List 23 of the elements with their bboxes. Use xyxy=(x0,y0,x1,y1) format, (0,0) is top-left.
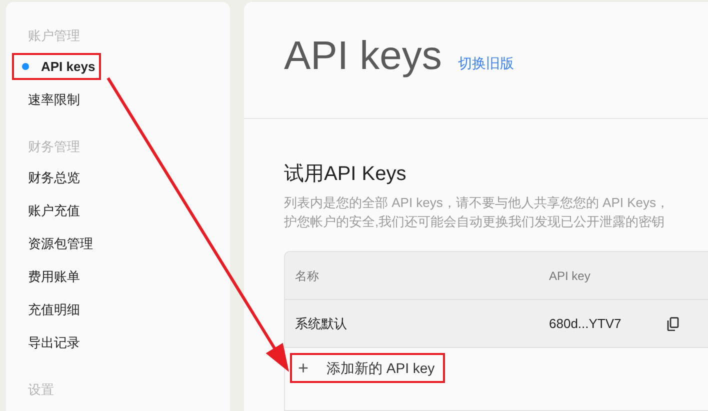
nav-item[interactable]: API keys xyxy=(12,53,102,80)
switch-version-link[interactable]: 切换旧版 xyxy=(458,53,514,74)
column-header: 名称 xyxy=(294,268,320,284)
table-cell-text: 680d...YTV7 xyxy=(549,314,622,333)
copy-icon[interactable] xyxy=(667,316,679,330)
nav-item[interactable]: 充值明细 xyxy=(12,296,86,323)
plus-icon: + xyxy=(298,359,309,377)
group-heading: 设置 xyxy=(27,381,55,399)
column-header: API key xyxy=(549,268,592,284)
group-heading: 账户管理 xyxy=(27,27,81,45)
description-line: 护您帐户的安全,我们还可能会自动更换我们发现已公开泄露的密钥 xyxy=(284,213,666,231)
nav-item[interactable]: 速率限制 xyxy=(12,86,86,113)
table-cell-text: 系统默认 xyxy=(294,314,348,333)
add-key-button[interactable]: + 添加新的 API key xyxy=(290,353,445,383)
nav-item[interactable]: 财务总览 xyxy=(12,164,86,191)
page-title: API keys xyxy=(284,34,442,78)
group-heading: 财务管理 xyxy=(27,138,81,156)
section-title: 试用API Keys xyxy=(284,162,408,187)
description-line: 列表内是您的全部 API keys，请不要与他人共享您您的 API Keys， xyxy=(284,194,670,212)
nav-item[interactable]: 账户充值 xyxy=(12,197,86,224)
nav-item[interactable]: 资源包管理 xyxy=(12,230,99,257)
nav-item[interactable]: 导出记录 xyxy=(12,329,86,356)
nav-item[interactable]: 费用账单 xyxy=(12,263,86,290)
